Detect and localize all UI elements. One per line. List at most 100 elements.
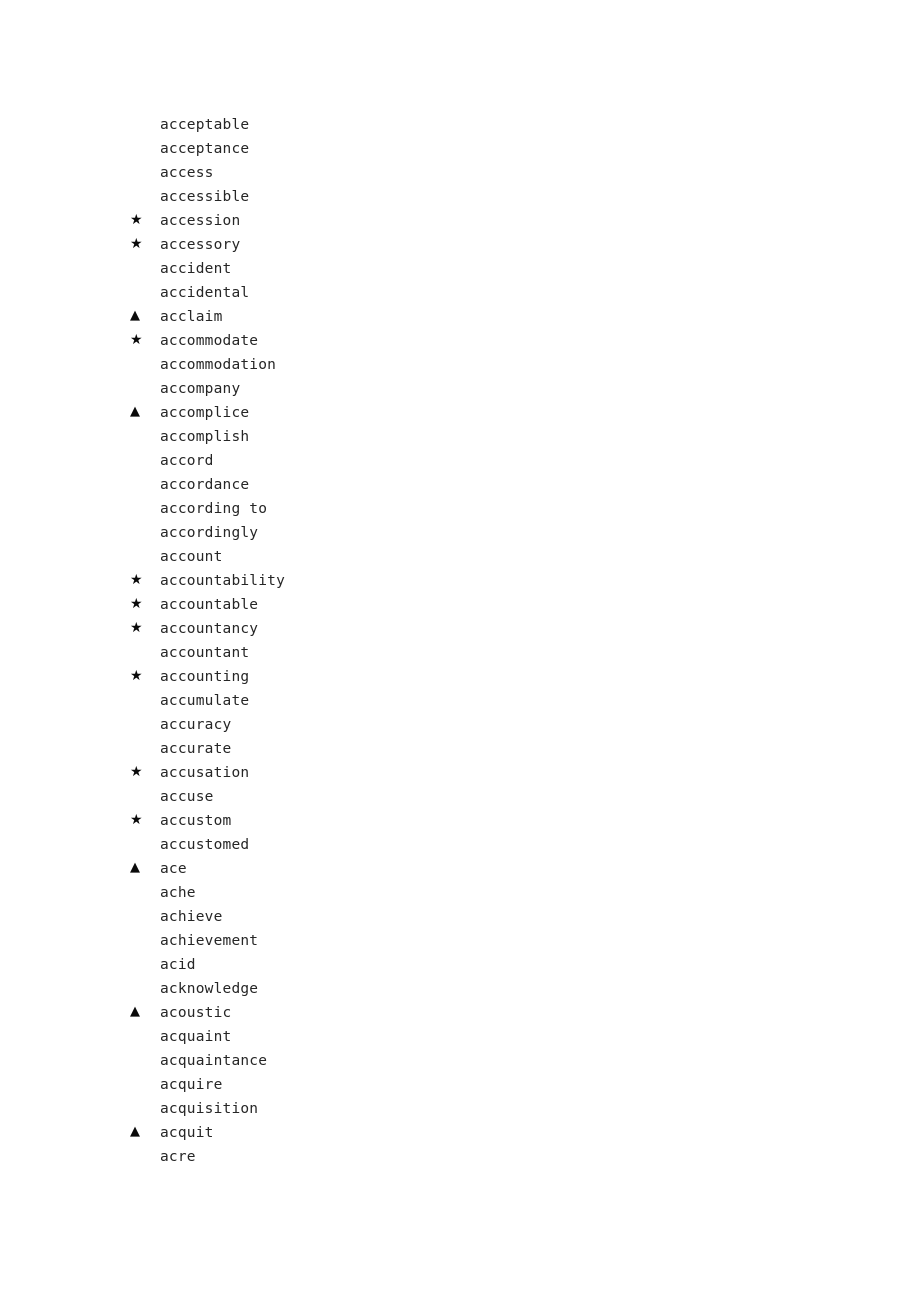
word-list-item: acquire [130, 1072, 630, 1096]
word-list-item: ▲ acclaim [130, 304, 630, 328]
word-list-item: accumulate [130, 688, 630, 712]
word-list-item: according to [130, 496, 630, 520]
star-marker-icon: ★ [130, 812, 143, 828]
no-marker [130, 544, 156, 568]
word-entry-text: accusation [160, 765, 250, 781]
word-list-item: accountant [130, 640, 630, 664]
word-entry-text: accompany [160, 381, 241, 397]
word-list-item: accustomed [130, 832, 630, 856]
word-entry-text: acre [160, 1149, 196, 1165]
word-entry-text: accounting [160, 669, 250, 685]
word-list-item: accuracy [130, 712, 630, 736]
no-marker [130, 1048, 156, 1072]
word-entry-text: accidental [160, 285, 250, 301]
word-entry-text: accomplice [160, 405, 250, 421]
word-entry-text: acquaintance [160, 1053, 268, 1069]
word-entry-text: accessory [160, 237, 241, 253]
word-list-item: ★ accommodate [130, 328, 630, 352]
word-list-item: accessible [130, 184, 630, 208]
word-entry-text: acquisition [160, 1101, 259, 1117]
star-marker-icon: ★ [130, 332, 143, 348]
no-marker [130, 976, 156, 1000]
word-entry-text: accountant [160, 645, 250, 661]
word-list-item: accomplish [130, 424, 630, 448]
triangle-marker-icon: ▲ [130, 404, 140, 419]
word-entry-text: acquit [160, 1125, 214, 1141]
word-entry-text: account [160, 549, 223, 565]
word-entry-text: achievement [160, 933, 259, 949]
no-marker [130, 736, 156, 760]
no-marker [130, 904, 156, 928]
no-marker [130, 640, 156, 664]
word-entry-text: acid [160, 957, 196, 973]
word-entry-text: acquaint [160, 1029, 232, 1045]
word-entry-text: accomplish [160, 429, 250, 445]
word-entry-text: access [160, 165, 214, 181]
word-list-item: ★ accountability [130, 568, 630, 592]
word-list-item: acid [130, 952, 630, 976]
word-list-item: ★ accountable [130, 592, 630, 616]
word-list-item: acquisition [130, 1096, 630, 1120]
star-marker-icon: ★ [130, 212, 143, 228]
word-entry-text: achieve [160, 909, 223, 925]
no-marker [130, 472, 156, 496]
word-entry-text: according to [160, 501, 268, 517]
star-marker-icon: ★ [130, 236, 143, 252]
word-list-item: acceptance [130, 136, 630, 160]
no-marker [130, 424, 156, 448]
word-entry-text: acceptable [160, 117, 250, 133]
word-entry-text: accord [160, 453, 214, 469]
word-list-item: acquaint [130, 1024, 630, 1048]
word-entry-text: ace [160, 861, 187, 877]
no-marker [130, 688, 156, 712]
star-marker-icon: ★ [130, 620, 143, 636]
star-marker-icon: ★ [130, 596, 143, 612]
no-marker [130, 784, 156, 808]
word-entry-text: accommodation [160, 357, 277, 373]
no-marker [130, 112, 156, 136]
word-list-item: ▲ acoustic [130, 1000, 630, 1024]
word-entry-text: accustomed [160, 837, 250, 853]
word-list-item: account [130, 544, 630, 568]
word-list-item: accommodation [130, 352, 630, 376]
no-marker [130, 952, 156, 976]
no-marker [130, 832, 156, 856]
word-list-item: acre [130, 1144, 630, 1168]
no-marker [130, 1096, 156, 1120]
word-entry-text: accurate [160, 741, 232, 757]
word-list-item: achievement [130, 928, 630, 952]
word-list-item: accurate [130, 736, 630, 760]
word-entry-text: accountability [160, 573, 286, 589]
triangle-marker-icon: ▲ [130, 1124, 140, 1139]
no-marker [130, 712, 156, 736]
no-marker [130, 136, 156, 160]
no-marker [130, 928, 156, 952]
word-list-item: accompany [130, 376, 630, 400]
word-list-item: ▲ accomplice [130, 400, 630, 424]
word-list-item: access [130, 160, 630, 184]
no-marker [130, 448, 156, 472]
word-entry-text: accumulate [160, 693, 250, 709]
star-marker-icon: ★ [130, 764, 143, 780]
word-list-item: ★ accounting [130, 664, 630, 688]
word-list-item: accident [130, 256, 630, 280]
word-list-item: acknowledge [130, 976, 630, 1000]
word-entry-text: accountancy [160, 621, 259, 637]
word-entry-text: accident [160, 261, 232, 277]
star-marker-icon: ★ [130, 572, 143, 588]
no-marker [130, 352, 156, 376]
word-list-item: ▲ acquit [130, 1120, 630, 1144]
word-list-item: ★ accusation [130, 760, 630, 784]
word-entry-text: acknowledge [160, 981, 259, 997]
no-marker [130, 880, 156, 904]
word-entry-text: accustom [160, 813, 232, 829]
word-list: acceptable acceptance access accessible ★ acc… [130, 112, 630, 1168]
no-marker [130, 376, 156, 400]
triangle-marker-icon: ▲ [130, 1004, 140, 1019]
no-marker [130, 160, 156, 184]
star-marker-icon: ★ [130, 668, 143, 684]
no-marker [130, 1072, 156, 1096]
no-marker [130, 280, 156, 304]
triangle-marker-icon: ▲ [130, 308, 140, 323]
word-entry-text: accountable [160, 597, 259, 613]
